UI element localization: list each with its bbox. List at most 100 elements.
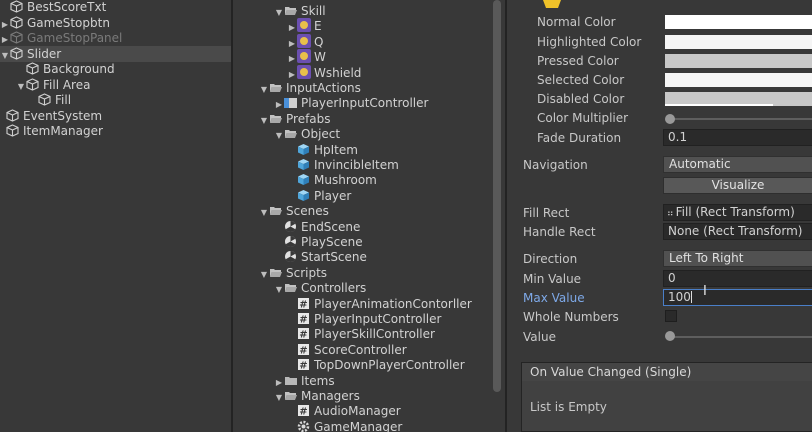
skill-sprite-icon — [297, 33, 311, 48]
value-slider-track[interactable] — [670, 336, 812, 338]
project-item[interactable]: Mushroom — [287, 172, 377, 188]
hierarchy-item[interactable]: ▶ GameStopbtn — [0, 15, 231, 31]
hierarchy-item[interactable]: BestScoreTxt — [0, 0, 231, 15]
project-item-label: StartScene — [301, 250, 367, 265]
hierarchy-item-label: Slider — [27, 46, 62, 61]
project-item[interactable]: # TopDownPlayerController — [287, 357, 465, 373]
project-item[interactable]: PlayScene — [274, 234, 363, 250]
hierarchy-item[interactable]: ▼ Slider — [0, 45, 231, 62]
project-item[interactable]: ▶ W — [287, 49, 326, 65]
folder-open-icon — [269, 205, 283, 217]
navigation-dropdown[interactable]: Automatic — [663, 156, 812, 173]
project-item[interactable]: Player — [287, 188, 351, 204]
project-item[interactable]: HpItem — [287, 142, 358, 158]
script-icon: # — [297, 358, 311, 372]
expand-arrow-icon[interactable]: ▼ — [274, 390, 284, 406]
project-item[interactable]: # AudioManager — [287, 403, 401, 419]
fill-rect-field[interactable]: ⠶ Fill (Rect Transform) — [663, 204, 812, 221]
expand-arrow-icon[interactable]: ▼ — [274, 5, 284, 21]
project-item[interactable]: ▶ E — [287, 18, 322, 34]
expand-arrow-icon[interactable]: ▼ — [274, 128, 284, 144]
color-multiplier-knob[interactable] — [665, 114, 675, 124]
hierarchy-item-label: BestScoreTxt — [27, 0, 107, 14]
expand-arrow-icon[interactable]: ▼ — [259, 267, 269, 283]
hierarchy-item[interactable]: ▼ Fill Area — [0, 77, 231, 93]
hierarchy-item[interactable]: Fill — [0, 92, 231, 108]
direction-dropdown[interactable]: Left To Right — [663, 250, 812, 267]
project-item[interactable]: # PlayerSkillController — [287, 326, 435, 342]
pressed-color-label: Pressed Color — [537, 54, 619, 68]
gameobject-icon — [26, 77, 40, 91]
svg-text:#: # — [299, 361, 307, 372]
max-value-field[interactable]: 100 — [663, 289, 812, 306]
project-item[interactable]: ▼ Controllers — [274, 280, 366, 296]
project-item[interactable]: ▼ Object — [274, 126, 340, 142]
project-item[interactable]: GameManager — [287, 419, 402, 432]
pressed-color-swatch[interactable] — [665, 54, 812, 68]
project-item[interactable]: # PlayerAnimationContorller — [287, 296, 472, 312]
hierarchy-item[interactable]: ItemManager — [0, 123, 227, 139]
project-item-label: Object — [301, 127, 341, 142]
project-item[interactable]: StartScene — [274, 249, 367, 265]
project-item[interactable]: ▼ Scenes — [259, 203, 329, 219]
skill-sprite-icon — [297, 64, 311, 79]
project-item[interactable]: ▼ Scripts — [259, 265, 327, 281]
project-item[interactable]: ▶ Wshield — [287, 64, 361, 81]
project-item-label: TopDownPlayerController — [314, 358, 465, 373]
selected-color-swatch[interactable] — [665, 73, 812, 87]
project-item[interactable]: ▶ PlayerInputController — [274, 95, 429, 111]
color-multiplier-track[interactable] — [670, 118, 812, 120]
value-label: Value — [523, 330, 556, 344]
hierarchy-item[interactable]: Background — [0, 61, 231, 77]
project-item[interactable]: ▼ InputActions — [259, 80, 361, 96]
script-icon: # — [297, 297, 311, 310]
disabled-alpha-bar — [665, 104, 773, 106]
warning-icon — [543, 0, 561, 8]
expand-arrow-icon[interactable]: ▼ — [259, 205, 269, 221]
folder-open-icon — [269, 267, 283, 279]
project-item[interactable]: # ScoreController — [287, 342, 407, 358]
project-item[interactable]: ▼ Skill — [274, 3, 326, 19]
script-icon: # — [297, 343, 311, 356]
svg-text:#: # — [299, 407, 307, 418]
project-item[interactable]: ▶ Items — [274, 373, 335, 389]
min-value-field[interactable]: 0 — [663, 270, 812, 287]
project-item[interactable]: ▼ Managers — [274, 388, 360, 404]
project-item-label: Scripts — [286, 265, 328, 280]
project-item-label: PlayScene — [301, 235, 363, 249]
gameobject-icon — [26, 62, 40, 75]
svg-text:#: # — [299, 299, 307, 310]
project-item-label: HpItem — [314, 142, 358, 157]
highlighted-color-swatch[interactable] — [665, 35, 812, 49]
gameobject-icon — [6, 124, 20, 137]
hierarchy-panel: BestScoreTxt ▶ GameStopbtn ▶ GameStopPanel ▼ S… — [0, 0, 231, 432]
project-item-label: EndScene — [301, 219, 361, 234]
folder-open-icon — [269, 82, 283, 94]
hierarchy-item[interactable]: ▶ GameStopPanel — [0, 30, 231, 46]
color-multiplier-label: Color Multiplier — [537, 111, 629, 125]
value-slider-knob[interactable] — [665, 331, 675, 341]
project-item-label: Controllers — [301, 281, 367, 296]
expand-arrow-icon[interactable]: ▼ — [274, 282, 284, 298]
project-item[interactable]: ▼ Prefabs — [259, 111, 331, 127]
project-item[interactable]: EndScene — [274, 219, 360, 235]
whole-numbers-checkbox[interactable] — [665, 310, 677, 322]
project-panel: ▼ Skill ▶ E ▶ Q ▶ W ▶ Wshield ▼ InputActions ▶ Player… — [233, 0, 505, 432]
hierarchy-item[interactable]: EventSystem — [0, 108, 227, 124]
project-item[interactable]: InvincibleItem — [287, 157, 399, 173]
handle-rect-field[interactable]: None (Rect Transform) — [663, 223, 812, 240]
project-scrollbar[interactable] — [493, 0, 501, 392]
fade-duration-field[interactable]: 0.1 — [663, 129, 812, 146]
folder-icon — [284, 375, 298, 387]
expand-arrow-icon[interactable]: ▼ — [259, 82, 269, 98]
project-item-label: Player — [314, 188, 352, 203]
highlighted-color-label: Highlighted Color — [537, 35, 642, 49]
max-value-label: Max Value — [523, 291, 585, 305]
visualize-button[interactable]: Visualize — [663, 177, 812, 194]
project-item[interactable]: ▶ Q — [287, 33, 323, 50]
hierarchy-item-label: Fill Area — [43, 77, 91, 92]
normal-color-swatch[interactable] — [665, 15, 812, 29]
project-item[interactable]: # PlayerInputController — [287, 311, 441, 327]
expand-arrow-icon[interactable]: ▼ — [259, 113, 269, 129]
project-item-label: PlayerSkillController — [314, 327, 435, 342]
